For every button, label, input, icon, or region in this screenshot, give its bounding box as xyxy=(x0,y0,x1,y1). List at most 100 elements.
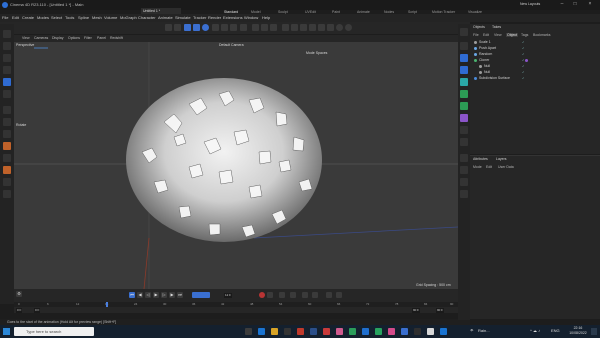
scale-icon[interactable] xyxy=(3,90,11,98)
scale-tool-icon[interactable] xyxy=(193,24,200,31)
start-frame-field[interactable]: 0 F xyxy=(16,308,23,313)
camera-icon[interactable] xyxy=(336,24,343,31)
list-item[interactable]: Scale 1 xyxy=(474,40,491,44)
magnet-icon[interactable] xyxy=(3,190,11,198)
taskbar-search-input[interactable]: Type here to search xyxy=(14,327,94,336)
app-icon[interactable] xyxy=(297,328,304,335)
search-icon[interactable] xyxy=(3,30,11,38)
paint-icon[interactable] xyxy=(3,166,11,174)
tray-icons[interactable]: ^ ☁ ♪ xyxy=(530,328,540,333)
app-icon[interactable] xyxy=(375,328,382,335)
scale-key-icon[interactable] xyxy=(312,292,318,298)
previous-key-button[interactable]: ◀ xyxy=(137,292,143,298)
viewport-menu-options[interactable]: Options xyxy=(68,36,80,40)
objects-menu-bookmarks[interactable]: Bookmarks xyxy=(533,33,551,37)
model-mode-icon[interactable] xyxy=(3,106,11,114)
viewport-menu-redshift[interactable]: Redshift xyxy=(110,36,123,40)
menu-animate[interactable]: Animate xyxy=(158,15,173,20)
file-explorer-icon[interactable] xyxy=(271,328,278,335)
weather-label[interactable]: Rain... xyxy=(478,328,490,333)
coordinate-system-icon[interactable] xyxy=(240,24,247,31)
objects-menu-view[interactable]: View xyxy=(494,33,502,37)
weather-icon[interactable]: ☂ xyxy=(470,328,474,333)
x-axis-icon[interactable] xyxy=(212,24,219,31)
new-layouts-button[interactable]: New Layouts xyxy=(520,2,540,6)
clock[interactable]: 22:16 10/08/2022 xyxy=(566,326,590,336)
visibility-toggle[interactable]: ✓ xyxy=(522,70,525,74)
tag-icon[interactable] xyxy=(460,126,468,134)
edge-icon[interactable] xyxy=(258,328,265,335)
render-picture-viewer-icon[interactable] xyxy=(261,24,268,31)
list-item[interactable]: Null xyxy=(479,70,490,74)
rotate-tool-icon[interactable] xyxy=(202,24,209,31)
visibility-toggle[interactable]: ✓ xyxy=(522,52,525,56)
list-item[interactable]: Random xyxy=(474,52,492,56)
workplane-icon[interactable] xyxy=(3,178,11,186)
store-icon[interactable] xyxy=(284,328,291,335)
tab-layers[interactable]: Layers xyxy=(496,157,507,161)
visibility-toggle[interactable]: ✓ xyxy=(522,46,525,50)
timeline-ruler[interactable]: 0 6 12 18 24 30 36 42 48 54 60 66 72 78 … xyxy=(14,302,458,307)
loop-button[interactable] xyxy=(192,292,210,298)
light-icon[interactable] xyxy=(345,24,352,31)
next-key-button[interactable]: ▶ xyxy=(169,292,175,298)
menu-mograph[interactable]: MoGraph xyxy=(120,15,137,20)
move-tool-icon[interactable] xyxy=(184,24,191,31)
tag-dot-icon[interactable] xyxy=(525,58,529,62)
playhead[interactable] xyxy=(106,302,108,307)
record-button[interactable] xyxy=(259,292,265,298)
deformer-tool-icon[interactable] xyxy=(460,114,468,122)
pla-key-icon[interactable] xyxy=(336,292,342,298)
volume-icon[interactable] xyxy=(460,78,468,86)
notification-icon[interactable] xyxy=(591,328,597,335)
visibility-toggle[interactable]: ✓ xyxy=(522,40,525,44)
redo-icon[interactable] xyxy=(174,24,181,31)
menu-select[interactable]: Select xyxy=(51,15,62,20)
viewport-menu-filter[interactable]: Filter xyxy=(84,36,92,40)
objects-menu-object[interactable]: Object xyxy=(506,33,519,37)
task-view-icon[interactable] xyxy=(245,328,252,335)
menu-modes[interactable]: Modes xyxy=(37,15,49,20)
camera-label[interactable]: Default Camera xyxy=(219,43,244,47)
camera-tool-icon[interactable] xyxy=(460,138,468,146)
app-icon[interactable] xyxy=(440,328,447,335)
windows-start-icon[interactable] xyxy=(3,328,10,335)
menu-tracker[interactable]: Tracker xyxy=(193,15,206,20)
app-icon[interactable] xyxy=(336,328,343,335)
attributes-menu-mode[interactable]: Mode xyxy=(473,165,482,169)
viewport-menu-cameras[interactable]: Cameras xyxy=(34,36,48,40)
list-item[interactable]: Subdivision Surface xyxy=(474,76,510,80)
visibility-toggle[interactable]: ✓ xyxy=(522,64,525,68)
visibility-toggle[interactable]: ✓ xyxy=(522,58,529,62)
keyframe-selection-icon[interactable] xyxy=(279,292,285,298)
viewport-menu-display[interactable]: Display xyxy=(52,36,63,40)
cube-object-icon[interactable] xyxy=(282,24,289,31)
cloner-icon[interactable] xyxy=(309,24,316,31)
objects-menu-file[interactable]: File xyxy=(473,33,479,37)
app-icon[interactable] xyxy=(323,328,330,335)
minimize-icon[interactable]: – xyxy=(556,1,568,8)
menu-window[interactable]: Window xyxy=(244,15,258,20)
points-mode-icon[interactable] xyxy=(3,118,11,126)
next-frame-button[interactable]: ▷ xyxy=(161,292,167,298)
menu-create[interactable]: Create xyxy=(22,15,34,20)
layers-icon[interactable] xyxy=(460,166,468,174)
app-icon[interactable] xyxy=(362,328,369,335)
menu-render[interactable]: Render xyxy=(208,15,221,20)
viewport-menu-view[interactable]: View xyxy=(22,36,30,40)
objects-menu-edit[interactable]: Edit xyxy=(483,33,489,37)
list-item[interactable]: Null xyxy=(479,64,490,68)
app-icon[interactable] xyxy=(414,328,421,335)
panel-icon[interactable] xyxy=(460,154,468,162)
menu-tools[interactable]: Tools xyxy=(65,15,74,20)
param-key-icon[interactable] xyxy=(326,292,332,298)
preview-start-field[interactable]: 0 F xyxy=(34,308,41,313)
preview-end-field[interactable]: 90 F xyxy=(412,308,421,313)
content-browser-icon[interactable] xyxy=(460,178,468,186)
deformer-icon[interactable] xyxy=(318,24,325,31)
autokey-button[interactable] xyxy=(267,292,273,298)
menu-mesh[interactable]: Mesh xyxy=(92,15,102,20)
cube-icon[interactable] xyxy=(460,42,468,50)
menu-file[interactable]: File xyxy=(2,15,8,20)
object-manager-icon[interactable] xyxy=(460,28,468,36)
